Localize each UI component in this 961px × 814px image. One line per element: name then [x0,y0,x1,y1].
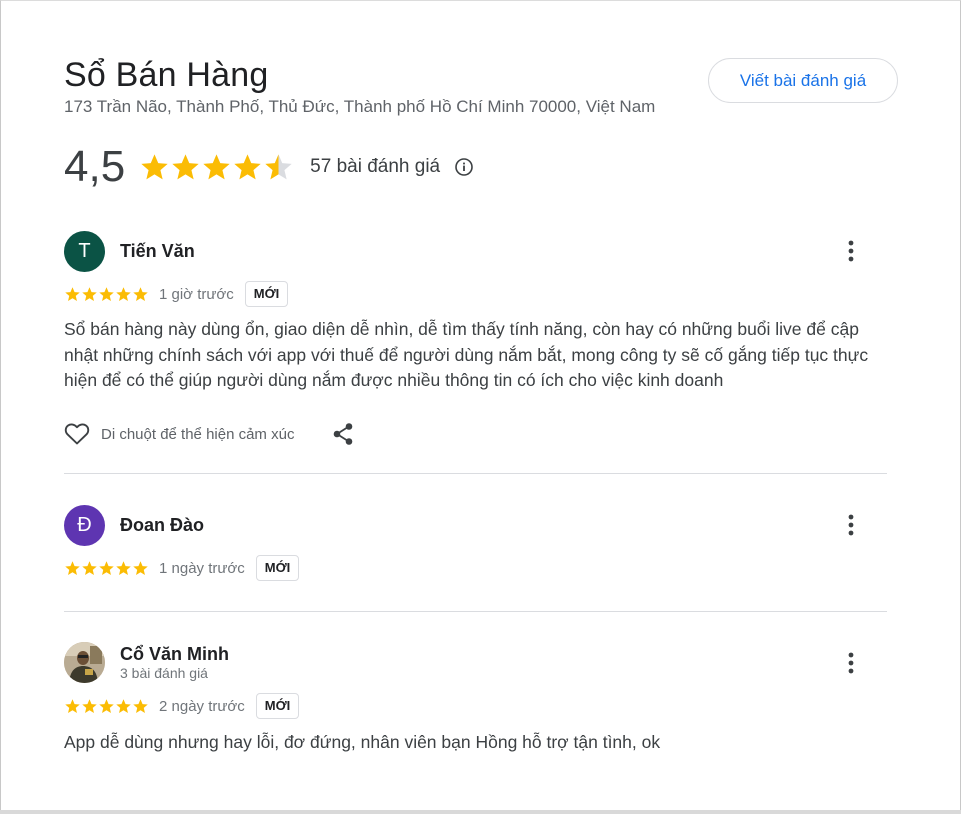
star-icon [133,698,148,713]
star-icon [82,698,97,713]
star-icon [99,698,114,713]
review-meta: 1 giờ trước MỚI [64,280,289,308]
new-badge: MỚI [244,281,289,307]
reviewer-name[interactable]: Cổ Văn Minh [120,644,229,665]
rating-summary: 4,5 57 bài đánh giá [64,142,474,192]
divider [64,611,887,612]
review-count: 57 bài đánh giá [310,156,441,177]
star-icon [65,286,80,301]
avatar[interactable]: Đ [64,505,105,546]
new-badge: MỚI [255,555,300,581]
bottom-edge [0,810,961,814]
star-icon [65,698,80,713]
star-icon [82,286,97,301]
divider [64,473,887,474]
star-icon [99,560,114,575]
review-stars [64,286,149,303]
review-meta: 2 ngày trước MỚI [64,692,300,720]
star-icon [234,153,261,179]
review-actions: Di chuột để thể hiện cảm xúc [64,420,356,448]
place-address: 173 Trần Não, Thành Phố, Thủ Đức, Thành … [64,97,656,116]
review-meta: 1 ngày trước MỚI [64,554,300,582]
star-icon [203,153,230,179]
star-icon [82,560,97,575]
review-time: 1 ngày trước [159,559,245,577]
reviewer-review-count[interactable]: 3 bài đánh giá [120,665,208,681]
star-icon [116,560,131,575]
star-icon [133,286,148,301]
star-icon [141,153,168,179]
heart-icon[interactable] [64,421,90,447]
star-icon [65,560,80,575]
star-icon [133,560,148,575]
star-icon [99,286,114,301]
write-review-button[interactable]: Viết bài đánh giá [708,58,898,103]
more-options-icon[interactable] [835,509,867,541]
star-icon [116,698,131,713]
reviewer-name[interactable]: Tiến Văn [120,241,195,262]
avatar[interactable] [64,642,105,683]
avatar[interactable]: T [64,231,105,272]
more-options-icon[interactable] [835,235,867,267]
review-stars [64,560,149,577]
review-item: Cổ Văn Minh 3 bài đánh giá 2 ngày trước … [64,642,887,762]
star-icon [116,286,131,301]
review-item: Đ Đoan Đào 1 ngày trước MỚI [64,505,887,585]
star-icon [172,153,199,179]
more-options-icon[interactable] [835,647,867,679]
review-item: T Tiến Văn 1 giờ trước MỚI Sổ bán hàng n… [64,231,887,471]
rating-stars [139,152,294,183]
review-time: 1 giờ trước [159,285,234,303]
share-icon[interactable] [332,422,356,446]
react-hint: Di chuột để thể hiện cảm xúc [101,425,295,443]
review-text: App dễ dùng nhưng hay lỗi, đơ đứng, nhân… [64,732,661,752]
review-text: Sổ bán hàng này dùng ổn, giao diện dễ nh… [64,319,869,390]
rating-value: 4,5 [64,142,126,191]
star-icon [265,153,292,179]
review-stars [64,698,149,715]
place-title: Sổ Bán Hàng [64,56,269,94]
reviewer-name[interactable]: Đoan Đào [120,515,204,536]
new-badge: MỚI [255,693,300,719]
review-time: 2 ngày trước [159,697,245,715]
info-icon[interactable] [454,157,474,177]
